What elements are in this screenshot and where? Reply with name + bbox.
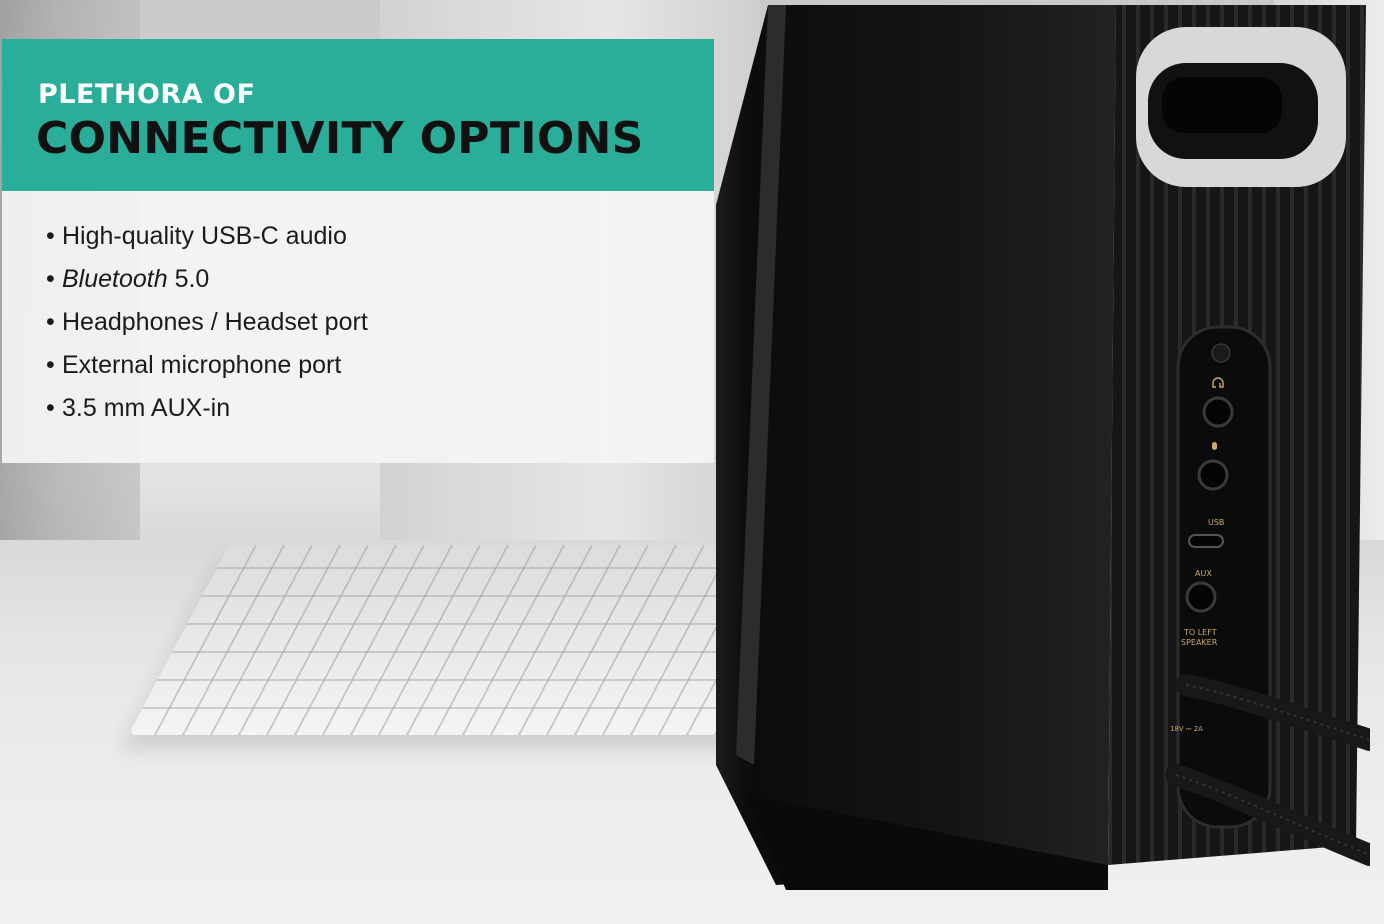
speaker-image: USB AUX TO LEFT SPEAKER 18V ⎓ 2A <box>716 5 1370 890</box>
headline-banner: PLETHORA OF CONNECTIVITY OPTIONS <box>2 39 714 191</box>
feature-list: • High-quality USB-C audio • Bluetooth 5.0… <box>46 219 368 434</box>
bullet: • <box>46 351 55 379</box>
bullet: • <box>46 394 55 422</box>
aux-port-label: AUX <box>1195 569 1212 578</box>
product-photo-scene: USB AUX TO LEFT SPEAKER 18V ⎓ 2A PLETHOR… <box>0 0 1384 924</box>
feature-item: • High-quality USB-C audio <box>46 219 368 262</box>
feature-text: Headphones / Headset port <box>62 308 368 336</box>
feature-italic-text: Bluetooth <box>62 265 168 293</box>
power-label: 18V ⎓ 2A <box>1170 725 1203 733</box>
feature-item: • Bluetooth 5.0 <box>46 262 368 305</box>
headline-title: CONNECTIVITY OPTIONS <box>36 113 644 164</box>
feature-item: • Headphones / Headset port <box>46 305 368 348</box>
bullet: • <box>46 222 55 250</box>
bullet: • <box>46 265 55 293</box>
usb-port-label: USB <box>1208 518 1224 527</box>
to-left-label-1: TO LEFT <box>1183 628 1217 637</box>
feature-text: 5.0 <box>167 265 210 293</box>
bullet: • <box>46 308 55 336</box>
feature-text: External microphone port <box>62 351 342 379</box>
feature-text: High-quality USB-C audio <box>62 222 347 250</box>
feature-text: 3.5 mm AUX-in <box>62 394 231 422</box>
feature-item: • External microphone port <box>46 348 368 391</box>
feature-list-panel: • High-quality USB-C audio • Bluetooth 5.0… <box>2 191 714 463</box>
to-left-label-2: SPEAKER <box>1181 638 1218 647</box>
feature-item: • 3.5 mm AUX-in <box>46 391 368 434</box>
headline-kicker: PLETHORA OF <box>38 79 256 110</box>
